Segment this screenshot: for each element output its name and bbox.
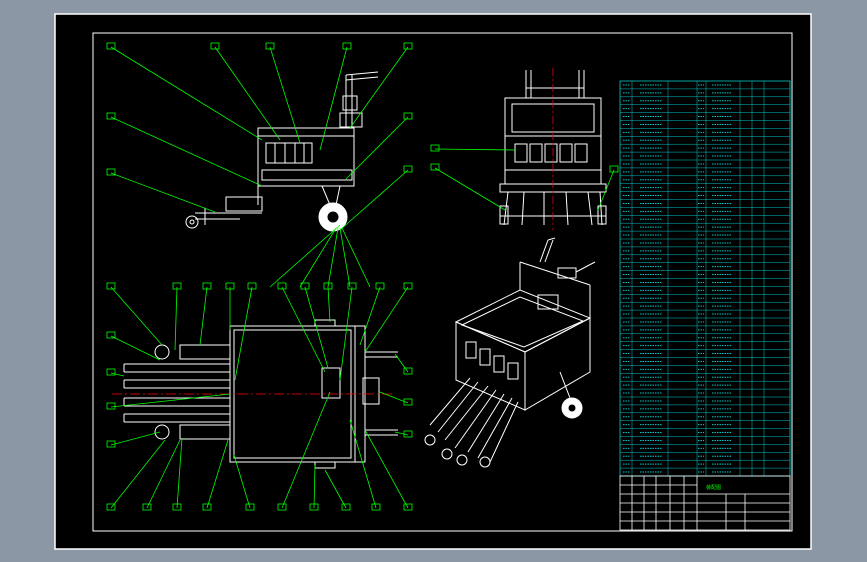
drawing-sheet <box>54 13 812 550</box>
cad-drawing-canvas[interactable]: 装配图 <box>0 0 867 562</box>
title-block-title: 装配图 <box>706 484 721 491</box>
